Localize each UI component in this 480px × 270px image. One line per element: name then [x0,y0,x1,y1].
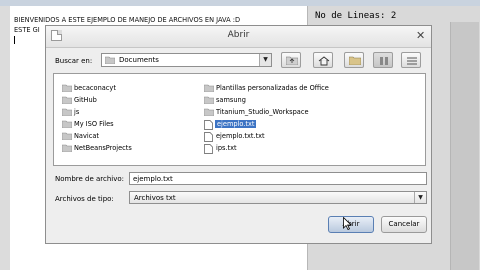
side-panel-box [450,22,479,270]
folder-icon [62,144,72,152]
folder-icon [62,120,72,128]
file-name: Plantillas personalizadas de Office [216,84,329,92]
chevron-down-icon[interactable]: ▼ [414,192,426,203]
details-view-icon [407,57,417,65]
filetype-dropdown[interactable]: Archivos txt ▼ [129,191,427,204]
folder-icon [62,132,72,140]
look-in-value: Documents [119,56,159,64]
editor-text-line: BIENVENIDOS A ESTE EJEMPLO DE MANEJO DE … [14,16,241,24]
file-icon [204,144,213,154]
filetype-value: Archivos txt [134,194,176,202]
chevron-down-icon[interactable]: ▼ [259,54,271,66]
close-icon[interactable]: ✕ [416,30,425,41]
folder-up-icon [286,56,298,65]
file-name: GitHub [74,96,97,104]
dialog-title-bar[interactable]: Abrir ✕ [46,26,431,48]
details-view-button[interactable] [401,52,421,68]
file-name: samsung [216,96,246,104]
list-view-button[interactable] [373,52,393,68]
dialog-title: Abrir [227,30,250,40]
folder-icon [62,96,72,104]
folder-icon [204,84,214,92]
mouse-cursor-icon [343,217,352,230]
filetype-label: Archivos de tipo: [55,195,114,203]
file-list[interactable]: becaconacyt GitHub js My ISO Files Navic… [53,73,426,166]
file-icon [204,132,213,142]
file-name: NetBeansProjects [74,144,132,152]
line-count-label: No de Lineas: 2 [315,11,397,21]
text-caret [14,36,15,44]
file-name: js [74,108,80,116]
filename-label: Nombre de archivo: [55,175,125,183]
filename-input[interactable] [129,172,427,185]
home-icon [318,56,330,66]
list-view-icon [380,57,388,65]
file-name: ejemplo.txt.txt [216,132,265,140]
home-button[interactable] [313,52,333,68]
folder-icon [204,96,214,104]
folder-icon [204,108,214,116]
file-name: becaconacyt [74,84,116,92]
folder-icon [62,108,72,116]
new-folder-icon [349,56,361,65]
file-icon [204,120,213,130]
folder-icon [62,84,72,92]
look-in-dropdown[interactable]: Documents ▼ [101,53,272,67]
new-folder-button[interactable] [344,52,364,68]
look-in-label: Buscar en: [55,57,93,65]
editor-text-line: ESTE GI [14,26,40,34]
file-name: ips.txt [216,144,237,152]
open-file-dialog: Abrir ✕ Buscar en: Documents ▼ becaconac… [45,25,432,244]
file-name: My ISO Files [74,120,114,128]
cancel-button[interactable]: Cancelar [381,216,427,233]
folder-icon [105,56,115,64]
folder-up-button[interactable] [281,52,301,68]
file-name: ejemplo.txt [215,120,257,128]
file-name: Navicat [74,132,99,140]
file-name: Titanium_Studio_Workspace [216,108,309,116]
